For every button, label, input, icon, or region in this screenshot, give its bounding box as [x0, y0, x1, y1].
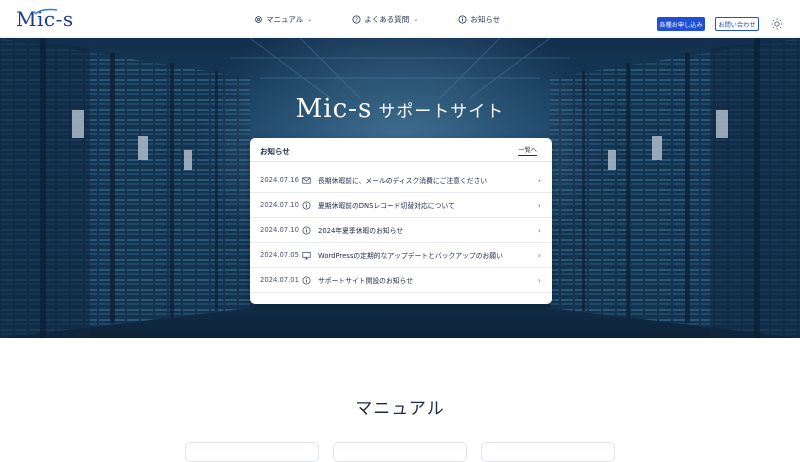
news-title: お知らせ: [260, 147, 290, 156]
svg-text:?: ?: [355, 17, 358, 23]
chevron-right-icon: ›: [537, 200, 541, 210]
sun-icon[interactable]: [771, 18, 783, 30]
news-item[interactable]: 2024.07.16 長期休暇前に、メールのディスク消費にご注意ください ›: [250, 168, 552, 193]
nav-item-news[interactable]: お知らせ: [458, 14, 500, 25]
chevron-down-icon: ⌄: [413, 15, 419, 23]
info-icon: [302, 200, 311, 210]
info-icon: [458, 14, 467, 24]
news-header: お知らせ 一覧へ: [250, 138, 552, 162]
news-item[interactable]: 2024.07.05 WordPressの定期的なアップデートとバックアップのお…: [250, 243, 552, 268]
news-date: 2024.07.01: [260, 276, 299, 284]
nav-label-news: お知らせ: [470, 14, 501, 24]
nav-label-manual: マニュアル: [266, 14, 304, 24]
manual-card[interactable]: [185, 442, 319, 462]
main-nav: マニュアル ⌄ ? よくある質問 ⌄ お知らせ: [254, 0, 540, 38]
chevron-right-icon: ›: [537, 275, 541, 285]
manual-card[interactable]: [333, 442, 467, 462]
contact-button[interactable]: お問い合わせ: [715, 17, 759, 31]
hero-subtitle: サポートサイト: [378, 102, 505, 122]
chevron-right-icon: ›: [537, 250, 541, 260]
nav-item-faq[interactable]: ? よくある質問 ⌄: [352, 14, 418, 25]
logo-swoosh-icon: [34, 8, 58, 15]
gear-icon: [255, 15, 262, 23]
monitor-icon: [302, 251, 311, 259]
news-card: お知らせ 一覧へ 2024.07.16 長期休暇前に、メールのディスク消費にご注…: [250, 138, 552, 304]
hero-brand: Mic-s: [295, 94, 373, 124]
news-item[interactable]: 2024.07.10 2024年夏季休暇のお知らせ ›: [250, 218, 552, 243]
news-date: 2024.07.10: [260, 226, 299, 234]
mail-icon: [302, 176, 311, 184]
news-text: WordPressの定期的なアップデートとバックアップのお願い: [318, 252, 503, 260]
news-view-all-link[interactable]: 一覧へ: [518, 147, 537, 156]
nav-label-faq: よくある質問: [364, 14, 410, 24]
apply-button[interactable]: 各種お申し込み: [657, 17, 705, 31]
site-header: Mic-s マニュアル ⌄ ? よくある質問 ⌄ お知らせ 各種お申し込み お問…: [0, 0, 800, 38]
manual-section-title: マニュアル: [355, 399, 445, 419]
chevron-right-icon: ›: [537, 225, 541, 235]
chevron-right-icon: ›: [537, 175, 541, 185]
info-icon: [302, 225, 311, 235]
news-item[interactable]: 2024.07.01 サポートサイト開設のお知らせ ›: [250, 268, 552, 293]
news-date: 2024.07.10: [260, 201, 299, 209]
chevron-down-icon: ⌄: [307, 15, 313, 23]
news-date: 2024.07.05: [260, 251, 299, 259]
news-text: 夏期休暇前のDNSレコード切替対応について: [318, 202, 455, 210]
news-text: サポートサイト開設のお知らせ: [318, 277, 414, 285]
nav-item-manual[interactable]: マニュアル ⌄: [254, 14, 312, 25]
news-text: 長期休暇前に、メールのディスク消費にご注意ください: [318, 177, 488, 185]
news-text: 2024年夏季休暇のお知らせ: [318, 227, 404, 235]
question-icon: ?: [352, 14, 361, 24]
hero-title: Mic-s サポートサイト: [0, 94, 800, 124]
info-icon: [302, 275, 311, 285]
news-item[interactable]: 2024.07.10 夏期休暇前のDNSレコード切替対応について ›: [250, 193, 552, 218]
manual-card[interactable]: [481, 442, 615, 462]
news-date: 2024.07.16: [260, 176, 299, 184]
site-logo[interactable]: Mic-s: [16, 6, 76, 32]
